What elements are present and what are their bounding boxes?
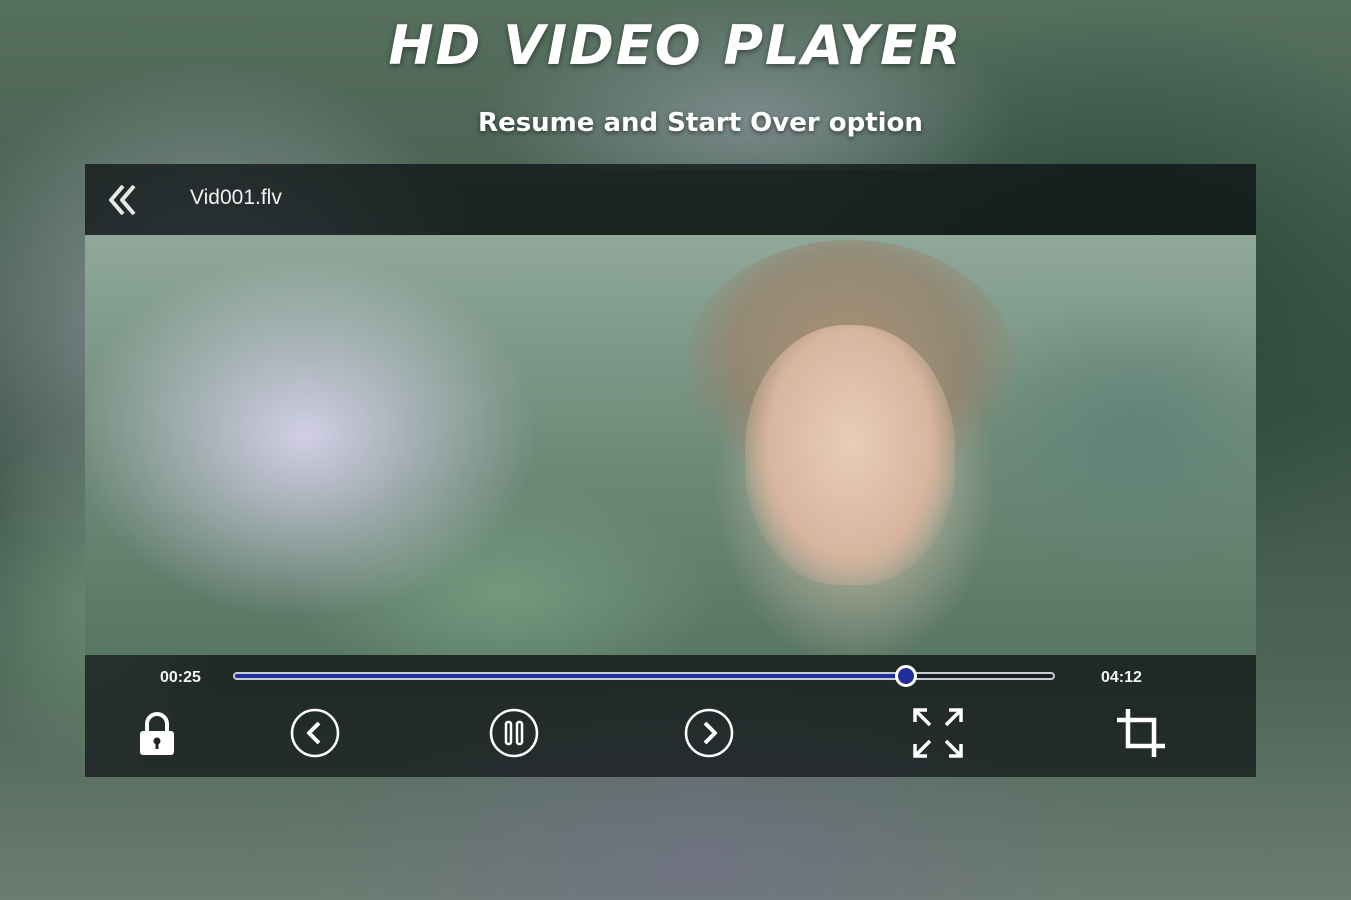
crop-button[interactable]	[1113, 705, 1169, 761]
next-icon	[684, 708, 734, 758]
previous-button[interactable]	[287, 705, 343, 761]
pause-icon	[489, 708, 539, 758]
lock-icon	[140, 712, 174, 755]
seek-bar-progress	[235, 674, 906, 678]
player-controls: 00:25 04:12	[85, 655, 1256, 777]
video-content	[745, 325, 955, 585]
promo-subheadline: Resume and Start Over option	[478, 108, 923, 138]
video-frame[interactable]	[85, 235, 1256, 655]
double-chevron-left-icon	[109, 184, 136, 216]
back-button[interactable]	[103, 180, 143, 220]
crop-icon	[1117, 709, 1165, 757]
current-time: 00:25	[160, 669, 201, 686]
next-button[interactable]	[681, 705, 737, 761]
video-player: Vid001.flv 00:25 04:12	[85, 164, 1256, 777]
pause-button[interactable]	[486, 705, 542, 761]
total-duration: 04:12	[1101, 669, 1142, 686]
fullscreen-icon	[913, 708, 963, 758]
player-top-bar: Vid001.flv	[85, 164, 1256, 235]
previous-icon	[290, 708, 340, 758]
fullscreen-button[interactable]	[910, 705, 966, 761]
seek-bar-thumb[interactable]	[894, 665, 917, 687]
video-file-name: Vid001.flv	[190, 186, 282, 209]
lock-button[interactable]	[129, 705, 185, 761]
seek-bar[interactable]	[233, 665, 1055, 687]
promo-headline: HD VIDEO PLAYER	[388, 14, 963, 77]
